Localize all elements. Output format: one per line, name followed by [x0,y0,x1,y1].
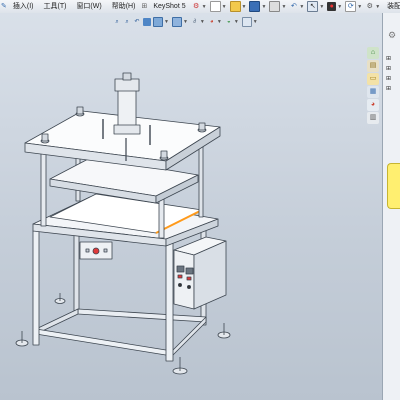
new-document-icon[interactable] [209,1,221,12]
chevron-down-icon[interactable]: ▼ [375,4,380,10]
chevron-down-icon[interactable]: ▼ [242,4,247,10]
undo-icon[interactable]: ↶ [289,2,298,11]
tree-expand-icon[interactable]: ⊞ [386,63,400,73]
traffic-light-icon[interactable]: ● [327,2,337,11]
sketch-icon[interactable]: ✎ [1,2,7,11]
tree-expand-icon[interactable]: ⊞ [386,83,400,93]
gear-icon[interactable]: ⚙ [385,29,399,41]
chevron-down-icon[interactable]: ▼ [319,4,324,10]
options-icon[interactable]: ⚙ [365,2,374,11]
indicator-light-right [186,276,192,281]
front-left-leg [32,230,40,346]
solidworks-logo-icon[interactable]: ⚙ [192,2,201,11]
design-library-icon[interactable]: ▤ [367,60,379,72]
chevron-down-icon[interactable]: ▼ [261,4,266,10]
print-icon[interactable] [269,1,281,12]
press-machine-model[interactable] [0,13,382,400]
pin-icon[interactable]: ⊞ [141,2,147,11]
start-button-left [85,248,90,253]
appearances-icon[interactable]: ◕ [367,99,379,111]
cylinder-cap-bottom [113,124,141,135]
counter-display-right [185,267,194,275]
task-pane: ⚙ ⊞ ⊞ ⊞ ⊞ [382,13,400,400]
menu-assembly[interactable]: 装配... [382,0,400,13]
bottom-rail-back [77,308,207,323]
tree-expand-icon[interactable]: ⊞ [386,73,400,83]
cylinder-fitting [122,72,132,81]
select-icon[interactable]: ↖ [307,1,319,12]
front-right-leg [165,242,174,362]
rebuild-icon[interactable]: ⟳ [345,1,357,12]
view-palette-icon[interactable]: ▦ [367,86,379,98]
task-pane-tabs: ⌂ ▤ ▭ ▦ ◕ ▥ [366,47,380,152]
open-icon[interactable] [229,1,241,12]
standard-toolbar: ⚙ ▼ ▼ ▼ ▼ ▼ ↶ ▼ ↖ ▼ ● ▼ ⟳ ▼ ⚙ ▼ [191,1,383,12]
menu-bar: ✎ 插入(I) 工具(T) 窗口(W) 帮助(H) ⊞ KeyShot 5 ⚙ … [0,0,400,14]
bottom-rail-right [171,316,207,357]
custom-properties-icon[interactable]: ▥ [367,112,379,124]
solidworks-resources-icon[interactable]: ⌂ [367,47,379,59]
tree-expand-icon[interactable]: ⊞ [386,53,400,63]
chevron-down-icon[interactable]: ▼ [299,4,304,10]
guide-column-front-left [40,147,47,227]
menu-keyshot[interactable]: KeyShot 5 [148,0,190,13]
task-pane-note[interactable] [387,163,400,209]
bottom-rail-front [35,328,173,357]
task-pane-tree: ⊞ ⊞ ⊞ ⊞ [386,53,400,93]
menu-insert[interactable]: 插入(I) [8,0,39,13]
control-switch-left [177,282,182,287]
chevron-down-icon[interactable]: ▼ [202,4,207,10]
emergency-button [92,247,100,255]
menu-help[interactable]: 帮助(H) [107,0,141,13]
save-icon[interactable] [249,1,261,12]
menu-window[interactable]: 窗口(W) [71,0,106,13]
file-explorer-icon[interactable]: ▭ [367,73,379,85]
chevron-down-icon[interactable]: ▼ [222,4,227,10]
menu-tools[interactable]: 工具(T) [38,0,71,13]
counter-display-left [176,265,185,273]
cylinder-cap-top [114,78,140,92]
control-switch-right [186,284,191,289]
chevron-down-icon[interactable]: ▼ [337,4,342,10]
chevron-down-icon[interactable]: ▼ [357,4,362,10]
indicator-light-left [177,274,183,279]
start-button-right [103,248,108,253]
chevron-down-icon[interactable]: ▼ [281,4,286,10]
